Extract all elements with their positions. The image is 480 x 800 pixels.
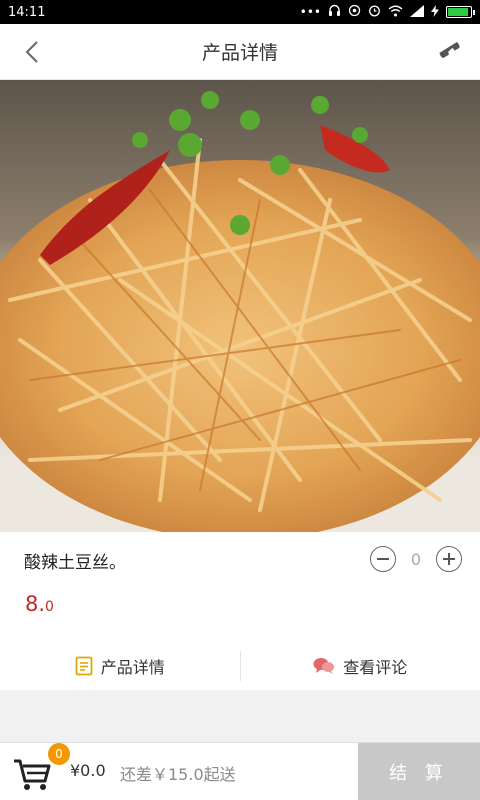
cart-bar: 0 ¥0.0 还差￥15.0起送 结 算 [0, 742, 480, 800]
call-button[interactable] [432, 36, 464, 68]
decrease-button[interactable] [370, 546, 396, 572]
cell-signal-icon [410, 4, 424, 20]
quantity-value: 0 [410, 549, 422, 569]
tab-reviews[interactable]: 查看评论 [241, 642, 480, 690]
shopping-cart-icon [14, 759, 51, 790]
minimum-order-shortfall: 还差￥15.0起送 [120, 765, 236, 784]
dish-illustration [0, 80, 480, 532]
cart-total: ¥0.0 [70, 761, 106, 780]
product-price: 8.0 [25, 592, 54, 616]
headset-icon [328, 4, 341, 20]
product-name: 酸辣土豆丝。 [24, 553, 126, 573]
status-time: 14:11 [8, 4, 46, 20]
tab-reviews-label: 查看评论 [343, 658, 408, 677]
cart-button[interactable]: 0 [12, 743, 70, 793]
back-button[interactable] [18, 38, 46, 66]
detail-tabs: 产品详情 查看评论 [0, 642, 480, 690]
phone-icon [439, 41, 460, 58]
quantity-stepper: 0 [370, 546, 462, 572]
wifi-icon [388, 5, 403, 20]
more-notifications-icon: ••• [299, 5, 321, 19]
tab-product-detail[interactable]: 产品详情 [0, 642, 240, 690]
increase-button[interactable] [436, 546, 462, 572]
document-icon [75, 656, 93, 676]
page-title: 产品详情 [201, 42, 278, 64]
minus-icon [377, 558, 389, 560]
status-icons: ••• [299, 4, 475, 20]
tab-product-detail-label: 产品详情 [100, 658, 165, 677]
product-info-card: 酸辣土豆丝。 0 8.0 产品详情 查看评论 [0, 532, 480, 690]
price-decimal: 0 [45, 599, 54, 615]
chevron-left-icon [25, 41, 38, 63]
nav-bar: 产品详情 [0, 24, 480, 80]
comment-bubbles-icon [313, 658, 335, 674]
product-photo [0, 80, 480, 532]
charging-icon [431, 4, 439, 20]
price-integer: 8. [25, 592, 46, 616]
sync-icon [348, 4, 361, 20]
alarm-icon [368, 4, 381, 20]
cart-count-badge: 0 [48, 743, 70, 765]
battery-icon [446, 6, 475, 18]
status-bar: 14:11 ••• [0, 0, 480, 24]
checkout-button[interactable]: 结 算 [358, 743, 480, 800]
